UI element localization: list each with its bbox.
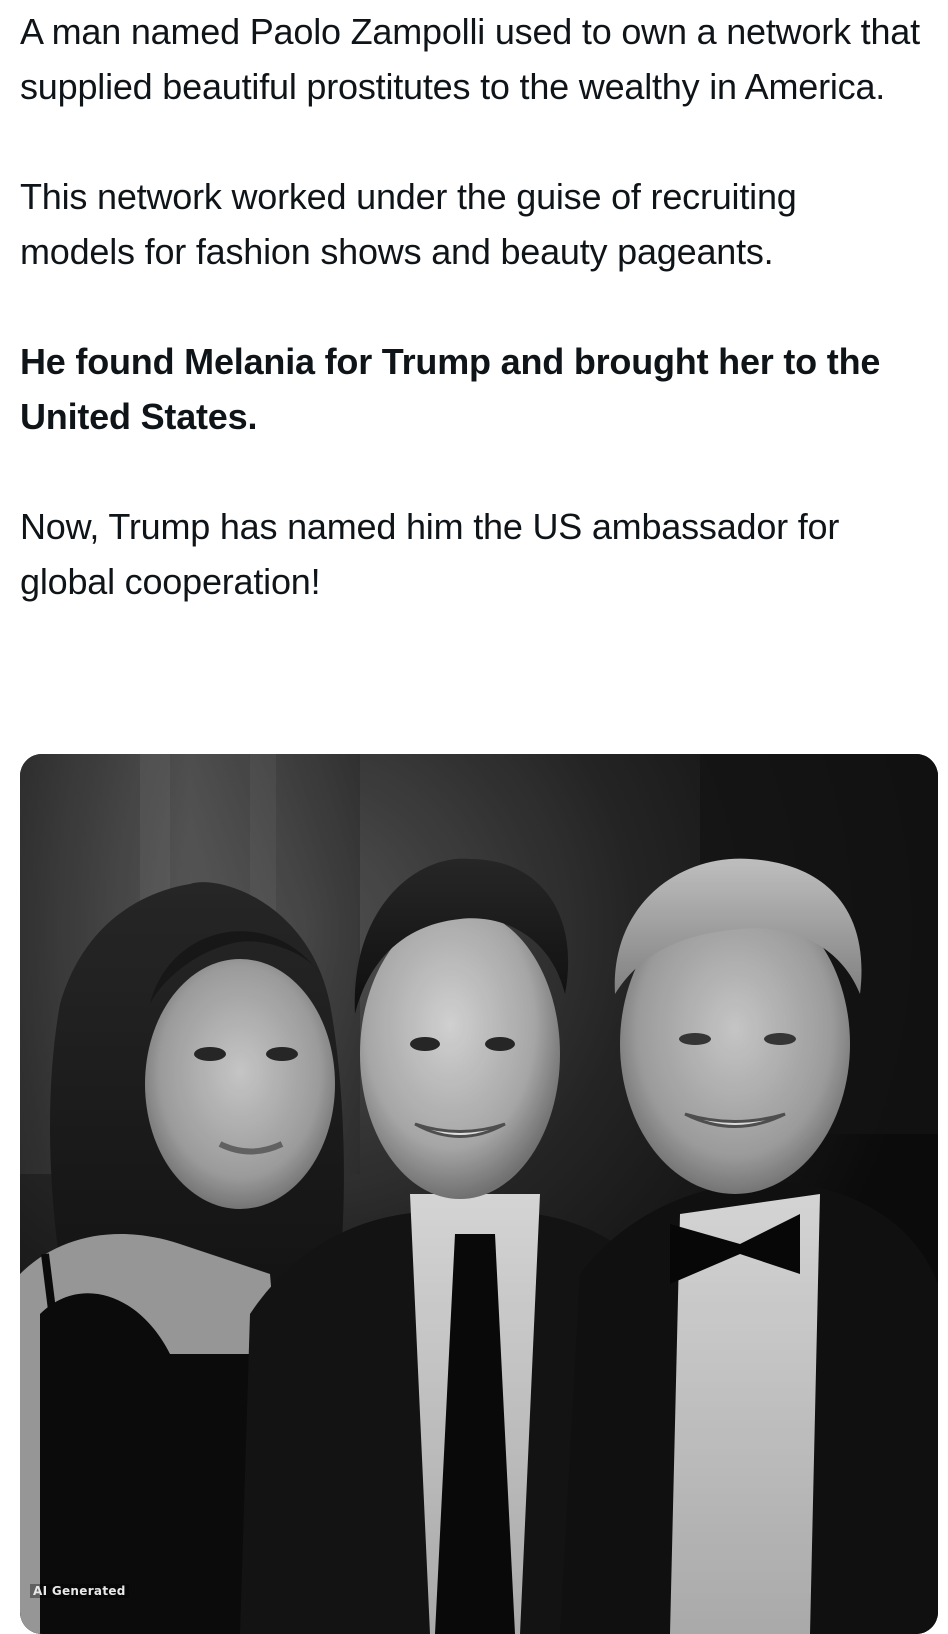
post-container: A man named Paolo Zampolli used to own a… <box>0 0 948 1634</box>
post-photo[interactable]: AI Generated <box>20 754 938 1634</box>
post-paragraph-1: A man named Paolo Zampolli used to own a… <box>20 11 920 107</box>
post-text: A man named Paolo Zampolli used to own a… <box>20 4 920 664</box>
post-paragraph-3-bold: He found Melania for Trump and brought h… <box>20 341 881 437</box>
post-paragraph-4: Now, Trump has named him the US ambassad… <box>20 506 840 602</box>
photo-illustration <box>20 754 938 1634</box>
post-paragraph-2: This network worked under the guise of r… <box>20 176 797 272</box>
ai-generated-watermark: AI Generated <box>30 1584 129 1598</box>
